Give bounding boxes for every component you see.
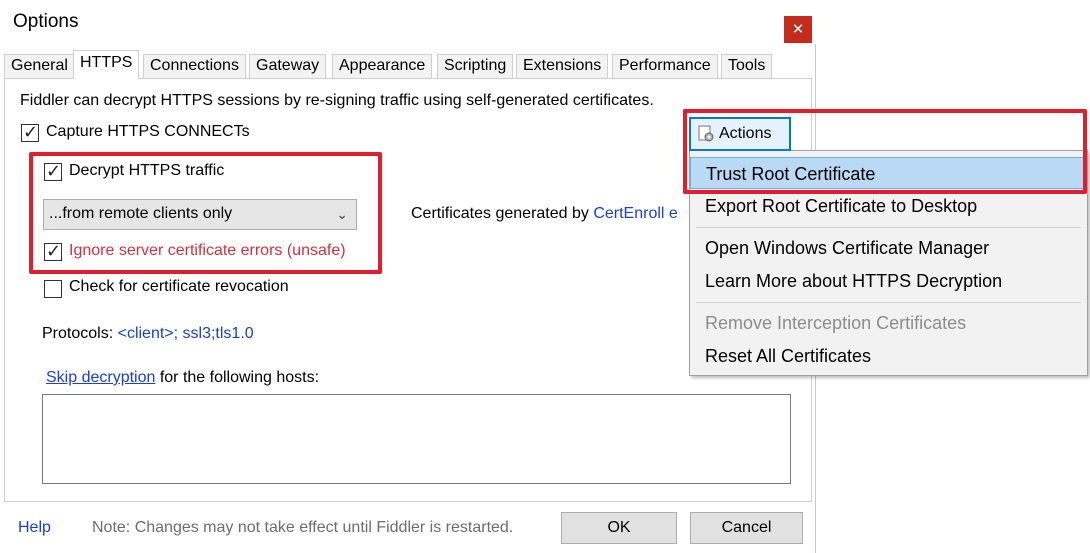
decrypt-mode-dropdown[interactable]: ...from remote clients only ⌄ — [43, 199, 357, 230]
certenroll-link[interactable]: CertEnroll e — [593, 205, 677, 222]
menu-item-remove-interception-certificates: Remove Interception Certificates — [705, 313, 967, 333]
ok-button[interactable]: OK — [561, 512, 677, 544]
protocols-link[interactable]: <client>; ssl3;tls1.0 — [118, 325, 254, 342]
decrypt-https-checkbox[interactable]: ✓ — [44, 161, 62, 181]
capture-https-checkbox[interactable]: ✓ — [21, 122, 39, 142]
cancel-button[interactable]: Cancel — [690, 512, 803, 544]
capture-https-label: Capture HTTPS CONNECTs — [46, 123, 250, 140]
https-intro-text: Fiddler can decrypt HTTPS sessions by re… — [20, 92, 654, 109]
restart-note: Note: Changes may not take effect until … — [92, 519, 514, 536]
check-revocation-checkbox[interactable] — [44, 280, 62, 298]
check-icon: ✓ — [46, 241, 62, 261]
menu-item-open-certificate-manager[interactable]: Open Windows Certificate Manager — [690, 232, 1087, 264]
certificate-gear-icon — [698, 125, 714, 142]
tab-general[interactable]: General — [4, 54, 75, 79]
protocols-label: Protocols: — [42, 325, 114, 342]
ignore-cert-errors-label: Ignore server certificate errors (unsafe… — [69, 242, 346, 259]
tab-gateway[interactable]: Gateway — [249, 54, 327, 79]
menu-separator — [696, 227, 1081, 228]
tab-performance[interactable]: Performance — [612, 54, 718, 79]
skip-decryption-row: Skip decryption for the following hosts: — [46, 369, 319, 387]
tab-connections[interactable]: Connections — [143, 54, 246, 79]
skip-decryption-link[interactable]: Skip decryption — [46, 369, 155, 386]
certificates-generated-prefix: Certificates generated by — [411, 205, 589, 222]
check-icon: ✓ — [23, 122, 39, 142]
decrypt-https-label: Decrypt HTTPS traffic — [69, 162, 225, 179]
window-title: Options — [13, 11, 79, 32]
tab-https[interactable]: HTTPS — [73, 50, 140, 79]
skip-hosts-textarea[interactable] — [42, 394, 791, 484]
chevron-down-icon: ⌄ — [336, 206, 348, 222]
menu-item-learn-more-https[interactable]: Learn More about HTTPS Decryption — [690, 265, 1087, 297]
close-button[interactable]: ✕ — [784, 16, 812, 43]
protocols-row: Protocols: <client>; ssl3;tls1.0 — [42, 325, 254, 343]
menu-item-export-root-certificate[interactable]: Export Root Certificate to Desktop — [690, 190, 1087, 222]
menu-item-reset-all-certificates[interactable]: Reset All Certificates — [690, 340, 1087, 372]
dropdown-value: ...from remote clients only — [49, 205, 233, 222]
check-icon: ✓ — [46, 161, 62, 181]
actions-menu: Trust Root Certificate Export Root Certi… — [689, 150, 1088, 376]
menu-item-trust-root-certificate[interactable]: Trust Root Certificate — [690, 157, 1087, 189]
tab-tools[interactable]: Tools — [721, 54, 773, 79]
tab-appearance[interactable]: Appearance — [332, 54, 433, 79]
title-bar: Options ✕ — [0, 0, 816, 44]
tab-extensions[interactable]: Extensions — [516, 54, 609, 79]
tab-strip: General HTTPS Connections Gateway Appear… — [4, 50, 812, 79]
actions-button[interactable]: Actions — [689, 117, 791, 151]
close-icon: ✕ — [791, 21, 805, 38]
menu-separator — [696, 302, 1081, 303]
actions-button-label: Actions — [719, 125, 772, 142]
check-revocation-label: Check for certificate revocation — [69, 278, 289, 295]
tab-scripting[interactable]: Scripting — [437, 54, 514, 79]
certificates-generated-text: Certificates generated by CertEnroll e — [411, 205, 678, 223]
ignore-cert-errors-checkbox[interactable]: ✓ — [44, 241, 62, 261]
help-link[interactable]: Help — [18, 519, 51, 537]
skip-decryption-suffix: for the following hosts: — [155, 369, 320, 386]
